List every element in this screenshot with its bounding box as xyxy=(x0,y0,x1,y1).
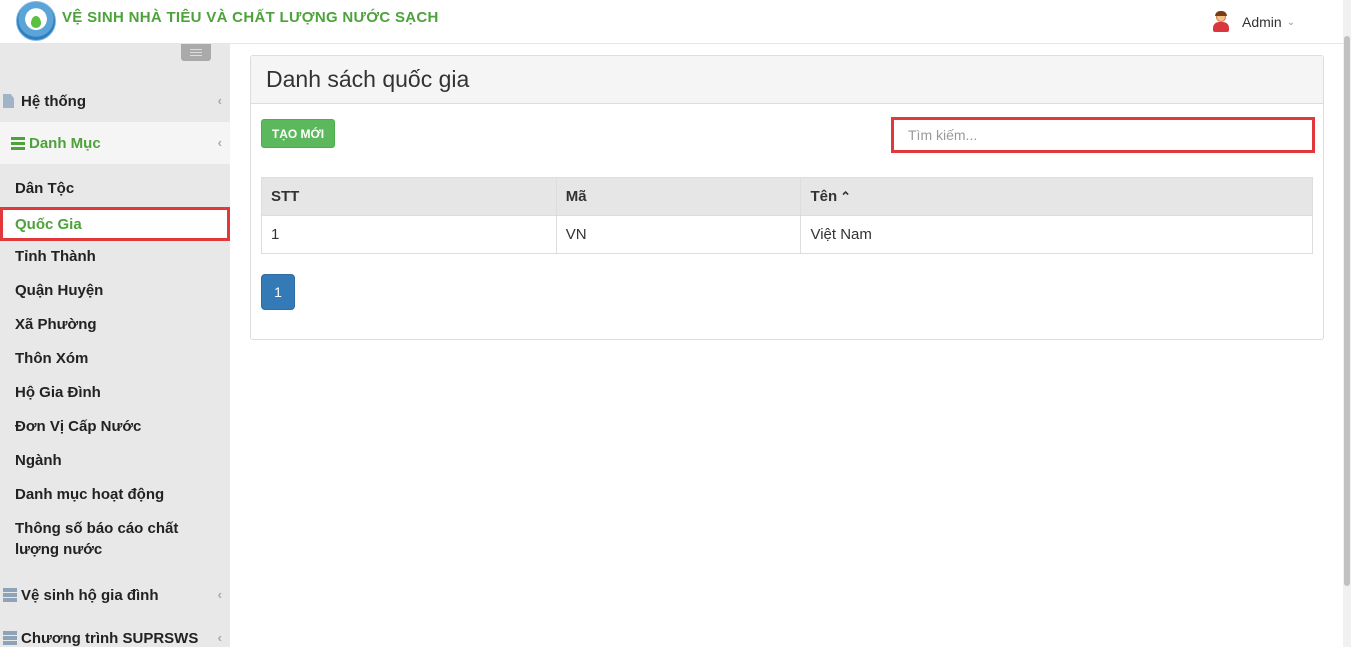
chevron-left-icon: ‹ xyxy=(217,93,222,108)
sidebar-item-ho-gia-dinh[interactable]: Hộ Gia Đình xyxy=(0,375,230,409)
sidebar-item-quoc-gia[interactable]: Quốc Gia xyxy=(0,207,230,241)
sidebar-item-label: Thôn Xóm xyxy=(15,349,89,367)
sidebar-group-label: Chương trình SUPRSWS xyxy=(21,629,199,647)
sidebar-group-ve-sinh-ho-gia-dinh[interactable]: Vệ sinh hộ gia đình ‹ xyxy=(0,574,230,616)
country-list-panel: Danh sách quốc gia TẠO MỚI STT Mã Tên⌃ 1… xyxy=(250,55,1324,340)
column-header-stt[interactable]: STT xyxy=(261,177,557,216)
country-table: STT Mã Tên ⌃ 1 VN Việt Nam xyxy=(261,177,1313,254)
sidebar-item-label: Dân Tộc xyxy=(15,179,75,197)
sidebar-item-dan-toc[interactable]: Dân Tộc xyxy=(0,171,230,205)
sidebar-item-don-vi-cap-nuoc[interactable]: Đơn Vị Cấp Nước xyxy=(0,409,230,443)
sidebar-group-danh-muc[interactable]: Danh Mục ‹ xyxy=(0,122,230,164)
page-scrollbar[interactable] xyxy=(1343,0,1351,647)
sort-ascending-icon: ⌃ xyxy=(840,189,852,204)
user-name: Admin xyxy=(1242,14,1282,30)
scrollbar-thumb[interactable] xyxy=(1344,36,1350,586)
sidebar-item-nganh[interactable]: Ngành xyxy=(0,443,230,477)
cell-ma: VN xyxy=(555,215,802,254)
search-box[interactable] xyxy=(891,117,1315,153)
sidebar-item-label: Xã Phường xyxy=(15,315,97,333)
sidebar-item-label: Danh mục hoạt động xyxy=(15,485,165,503)
chevron-left-icon: ‹ xyxy=(217,135,222,150)
app-title[interactable]: VỆ SINH NHÀ TIÊU VÀ CHẤT LƯỢNG NƯỚC SẠCH xyxy=(62,9,439,26)
sidebar-item-label: Hộ Gia Đình xyxy=(15,383,101,401)
list-icon xyxy=(11,136,25,150)
server-icon xyxy=(3,631,17,645)
table-header-row: STT Mã Tên ⌃ xyxy=(261,177,1313,216)
sidebar-item-thong-so-bao-cao[interactable]: Thông số báo cáo chất lượng nước xyxy=(0,515,230,563)
sidebar-item-thon-xom[interactable]: Thôn Xóm xyxy=(0,341,230,375)
top-bar: VỆ SINH NHÀ TIÊU VÀ CHẤT LƯỢNG NƯỚC SẠCH… xyxy=(0,0,1343,44)
sidebar-group-label: Danh Mục xyxy=(29,134,101,152)
panel-header: Danh sách quốc gia xyxy=(251,56,1323,104)
chevron-down-icon: ⌄ xyxy=(1286,16,1296,28)
sidebar-item-xa-phuong[interactable]: Xã Phường xyxy=(0,307,230,341)
logo-icon[interactable] xyxy=(16,1,56,41)
sidebar-toggle-button[interactable] xyxy=(181,44,211,61)
sidebar-group-chuong-trinh-suprsws[interactable]: Chương trình SUPRSWS ‹ xyxy=(0,617,230,659)
sidebar-item-quan-huyen[interactable]: Quận Huyện xyxy=(0,273,230,307)
sidebar: Hệ thống ‹ Danh Mục ‹ Dân Tộc Quốc Gia T… xyxy=(0,44,230,647)
server-icon xyxy=(3,588,17,602)
cell-ten: Việt Nam xyxy=(800,215,1313,254)
sidebar-group-he-thong[interactable]: Hệ thống ‹ xyxy=(0,80,230,122)
column-header-ma[interactable]: Mã xyxy=(555,177,802,216)
sidebar-group-label: Hệ thống xyxy=(21,92,86,110)
chevron-left-icon: ‹ xyxy=(217,587,222,602)
sidebar-item-tinh-thanh[interactable]: Tỉnh Thành xyxy=(0,239,230,273)
column-header-ten[interactable]: Tên ⌃ xyxy=(800,177,1313,216)
sidebar-item-label: Tỉnh Thành xyxy=(15,247,96,265)
sidebar-group-label: Vệ sinh hộ gia đình xyxy=(21,586,159,604)
file-icon xyxy=(3,94,14,108)
sidebar-item-danh-muc-hoat-dong[interactable]: Danh mục hoạt động xyxy=(0,477,230,511)
sidebar-item-label: Quận Huyện xyxy=(15,281,104,299)
cell-stt: 1 xyxy=(261,215,557,254)
sidebar-item-label: Đơn Vị Cấp Nước xyxy=(15,417,142,435)
sidebar-item-label: Quốc Gia xyxy=(15,215,82,233)
sidebar-item-label: Ngành xyxy=(15,451,62,469)
chevron-left-icon: ‹ xyxy=(217,630,222,645)
user-menu[interactable]: Admin ⌄ xyxy=(1212,10,1295,34)
user-avatar-icon xyxy=(1212,11,1230,32)
table-row[interactable]: 1 VN Việt Nam xyxy=(261,215,1313,254)
page-title: Danh sách quốc gia xyxy=(266,66,470,92)
search-input[interactable] xyxy=(906,126,1312,144)
pagination-page-1[interactable]: 1 xyxy=(261,274,295,310)
sidebar-item-label: Thông số báo cáo chất lượng nước xyxy=(15,520,179,558)
create-new-button[interactable]: TẠO MỚI xyxy=(261,119,335,148)
